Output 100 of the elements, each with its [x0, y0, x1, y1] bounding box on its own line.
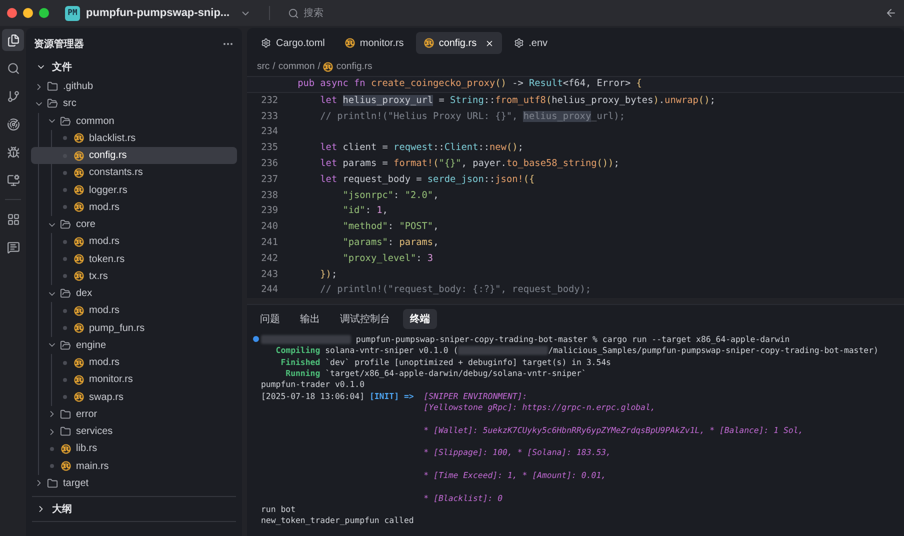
terminal-line: new_token_trader_pumpfun called — [261, 514, 414, 527]
folder-item[interactable]: services — [26, 423, 242, 440]
folder-item[interactable]: dex — [26, 285, 242, 302]
terminal-line: Running `target/x86_64-apple-darwin/debug/solana-vntr-sniper` — [284, 367, 586, 380]
back-arrow-icon[interactable] — [885, 7, 897, 19]
terminal-line: pumpfun-pumpswap-sniper-copy-trading-bot-master % cargo run --target x86_64-apple-darwin — [261, 332, 790, 346]
chat-icon — [6, 240, 20, 254]
code-line: let client = reqwest::Client::new(); — [319, 141, 524, 156]
file-item[interactable]: main.rs — [31, 458, 237, 475]
file-item[interactable]: pump_fun.rs — [31, 320, 237, 337]
file-item[interactable]: constants.rs — [31, 164, 237, 182]
rust-file-icon — [323, 62, 334, 72]
folder-icon — [60, 340, 71, 351]
rust-file-icon — [74, 236, 84, 247]
gear-icon — [514, 38, 524, 48]
terminal-line: * [Wallet]: 5uekzK7CUyky5c6HbnRRy6ypZYMeZrdqsBpU9PAkZv1L, * [Balance]: 1 Sol, — [422, 424, 804, 436]
terminal-line: Finished `dev` profile [unoptimized + debuginfo] target(s) in 3.54s — [280, 356, 611, 368]
editor-tab[interactable]: monitor.rs — [336, 32, 412, 54]
code-line: "method": "POST", — [342, 220, 439, 234]
panel-tab[interactable]: 输出 — [293, 309, 327, 330]
rust-file-icon — [74, 392, 84, 402]
file-item[interactable]: mod.rs — [31, 302, 237, 320]
folder-icon — [60, 288, 71, 300]
terminal-line: * [Slippage]: 100, * [Solana]: 183.53, — [422, 446, 611, 459]
folder-icon — [47, 478, 58, 489]
monitor-icon — [6, 174, 20, 186]
grid-icon — [6, 212, 20, 226]
file-item[interactable]: mod.rs — [31, 233, 237, 250]
line-number: 236 — [260, 157, 278, 172]
file-item[interactable]: monitor.rs — [31, 371, 237, 388]
file-item[interactable]: tx.rs — [31, 268, 237, 285]
code-line: let request_body = serde_json::json!({ — [319, 172, 535, 187]
breadcrumb-item[interactable]: src — [257, 60, 270, 74]
line-number: 243 — [260, 268, 278, 282]
file-item[interactable]: token.rs — [31, 250, 237, 268]
panel-tab[interactable]: 终端 — [403, 309, 437, 330]
rust-file-icon — [74, 323, 84, 334]
folder-item[interactable]: core — [26, 216, 242, 234]
terminal-line: * [Blacklist]: 0 — [422, 492, 503, 504]
line-number: 232 — [260, 94, 278, 108]
rust-file-icon — [74, 254, 84, 264]
file-item[interactable]: blacklist.rs — [31, 130, 237, 147]
rust-file-icon — [74, 168, 84, 178]
line-number: 238 — [260, 188, 278, 203]
rust-file-icon — [424, 38, 434, 48]
rust-file-icon — [74, 202, 84, 212]
folder-item[interactable]: common — [26, 112, 242, 130]
editor-tab[interactable]: config.rs — [416, 32, 502, 54]
line-number: 239 — [260, 204, 278, 218]
folder-icon — [60, 116, 71, 127]
line-number: 241 — [260, 236, 278, 250]
bug-icon — [6, 146, 20, 158]
folder-item[interactable]: src — [26, 95, 242, 112]
file-item[interactable]: lib.rs — [31, 440, 237, 458]
search-icon — [6, 62, 20, 74]
file-item[interactable]: mod.rs — [31, 354, 237, 372]
rust-file-icon — [344, 38, 355, 48]
project-avatar: PM — [65, 6, 80, 20]
folder-item[interactable]: error — [26, 406, 242, 423]
panel-tab[interactable]: 调试控制台 — [333, 309, 397, 330]
editor-tab[interactable]: .env — [506, 32, 556, 54]
terminal-line: Compiling solana-vntr-sniper v0.1.0 ( /malicious_Samples/pumpfun-pumpswap-sniper-copy-trading-bot-master) — [274, 344, 878, 357]
close-icon[interactable] — [484, 38, 494, 48]
rust-file-icon — [61, 461, 71, 472]
folder-item[interactable]: engine — [26, 336, 242, 354]
file-item[interactable]: swap.rs — [31, 388, 237, 406]
breadcrumb-separator: / — [272, 60, 276, 74]
maximize-window-button[interactable] — [39, 8, 49, 18]
line-number: 242 — [260, 252, 278, 266]
line-number: 237 — [260, 172, 278, 187]
folder-item[interactable]: .github — [26, 78, 242, 96]
gear-icon — [261, 38, 271, 48]
breadcrumb-separator: / — [318, 60, 320, 74]
panel-title: 资源管理器 — [34, 38, 84, 52]
breadcrumb-item[interactable]: common — [278, 60, 315, 74]
line-number: 235 — [260, 141, 278, 156]
section-header[interactable]: 大纲 — [26, 497, 242, 521]
minimize-window-button[interactable] — [23, 8, 33, 18]
search-icon — [288, 8, 299, 18]
line-number: 244 — [260, 283, 278, 298]
close-window-button[interactable] — [7, 8, 17, 18]
code-line: "proxy_level": 3 — [342, 252, 434, 266]
search-field[interactable]: 搜索 — [304, 6, 504, 20]
file-item[interactable]: logger.rs — [31, 182, 237, 199]
folder-icon — [60, 408, 71, 420]
editor-tab[interactable]: Cargo.toml — [253, 32, 333, 54]
rust-file-icon — [74, 133, 84, 144]
code-line: let helius_proxy_url = String::from_utf8(helius_proxy_bytes).unwrap(); — [319, 94, 716, 108]
breadcrumb-item[interactable]: config.rs — [336, 60, 372, 74]
folder-icon — [47, 98, 58, 110]
section-header[interactable]: 文件 — [26, 56, 242, 78]
terminal-line: [2025-07-18 13:06:04] [INIT] => [SNIPER ENVIRONMENT]: — [261, 390, 528, 402]
file-item[interactable]: mod.rs — [31, 198, 237, 216]
panel-tab[interactable]: 问题 — [253, 309, 287, 330]
folder-icon — [60, 219, 71, 230]
folder-item[interactable]: target — [26, 474, 242, 492]
file-item[interactable]: config.rs — [31, 147, 237, 164]
line-number: 240 — [260, 220, 278, 234]
files-tab[interactable] — [2, 29, 24, 51]
window-title[interactable]: pumpfun-pumpswap-snip... — [86, 4, 230, 22]
